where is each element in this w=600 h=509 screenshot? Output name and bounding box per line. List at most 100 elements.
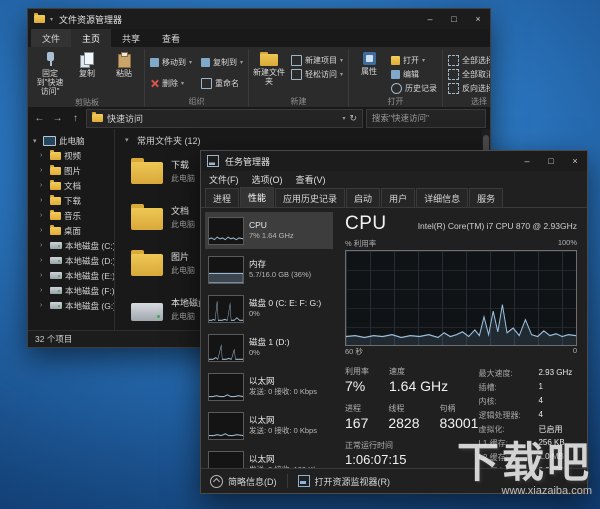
navigation-pane: ▾ 此电脑 › 视频 › 图片 › 文档	[28, 129, 115, 330]
tab-file[interactable]: 文件	[31, 29, 71, 47]
history-button[interactable]: 历史记录	[389, 82, 439, 95]
rename-icon	[201, 78, 212, 89]
move-to-button[interactable]: 移动到 ▾	[148, 56, 194, 69]
expander-icon[interactable]: ›	[40, 152, 47, 159]
nav-item-disk-d[interactable]: › 本地磁盘 (D:)	[28, 253, 114, 268]
nav-item-disk-e[interactable]: › 本地磁盘 (E:)	[28, 268, 114, 283]
taskmgr-app-icon	[207, 155, 219, 167]
perf-item-memory[interactable]: 内存 5.7/16.0 GB (36%)	[205, 251, 333, 288]
breadcrumb[interactable]: 快速访问 ▾ ↻	[86, 109, 363, 128]
taskmgr-title: 任务管理器	[225, 155, 270, 168]
cpu-heading: CPU	[345, 213, 387, 235]
new-folder-button[interactable]: 新建文件夹	[252, 50, 286, 86]
perf-item-ethernet-3[interactable]: 以太网 发送: 0 接收: 120 Kbps	[205, 446, 333, 468]
expander-icon[interactable]: ›	[40, 227, 47, 234]
fewer-details-label: 简略信息(D)	[228, 475, 277, 488]
nav-label: 本地磁盘 (G:)	[65, 300, 115, 312]
quick-access-toolbar-dropdown-icon[interactable]: ▾	[50, 16, 53, 23]
up-button[interactable]: ↑	[68, 110, 83, 127]
tab-share[interactable]: 共享	[111, 29, 151, 47]
easy-access-icon	[291, 69, 302, 80]
explorer-minimize-button[interactable]: –	[418, 9, 442, 29]
new-item-button[interactable]: 新建项目 ▾	[289, 54, 345, 67]
perf-item-cpu[interactable]: CPU 7% 1.64 GHz	[205, 212, 333, 249]
invert-selection-label: 反向选择	[462, 83, 490, 94]
perf-item-ethernet-2[interactable]: 以太网 发送: 0 接收: 0 Kbps	[205, 407, 333, 444]
breadcrumb-dropdown-icon[interactable]: ▾	[342, 115, 345, 122]
spec-label: 内核:	[478, 396, 538, 407]
edit-button[interactable]: 编辑	[389, 68, 439, 81]
expander-icon[interactable]: ▾	[33, 137, 40, 145]
taskmgr-close-button[interactable]: ×	[563, 151, 587, 171]
nav-item-downloads[interactable]: › 下载	[28, 193, 114, 208]
explorer-maximize-button[interactable]: □	[442, 9, 466, 29]
section-expander-icon[interactable]: ▾	[125, 136, 132, 144]
expander-icon[interactable]: ›	[40, 287, 47, 294]
expander-icon[interactable]: ›	[40, 242, 47, 249]
copy-button[interactable]: 复制	[70, 50, 104, 78]
perf-item-ethernet-1[interactable]: 以太网 发送: 0 接收: 0 Kbps	[205, 368, 333, 405]
tab-view[interactable]: 查看	[151, 29, 191, 47]
menu-view[interactable]: 查看(V)	[296, 173, 326, 186]
nav-item-videos[interactable]: › 视频	[28, 148, 114, 163]
disk0-sparkline	[209, 301, 243, 320]
pin-to-quick-access-button[interactable]: 固定到"快速访问"	[33, 50, 67, 97]
properties-button[interactable]: 属性	[352, 50, 386, 76]
open-resource-monitor-link[interactable]: 打开资源监视器(R)	[298, 475, 391, 488]
fewer-details-button[interactable]: 简略信息(D)	[210, 475, 277, 488]
search-input[interactable]: 搜索"快速访问"	[366, 109, 486, 128]
nav-item-disk-g[interactable]: › 本地磁盘 (G:)	[28, 298, 114, 313]
expander-icon[interactable]: ›	[40, 212, 47, 219]
computer-icon	[43, 136, 56, 146]
taskmgr-titlebar[interactable]: 任务管理器 – □ ×	[201, 151, 587, 171]
tab-performance[interactable]: 性能	[240, 187, 274, 207]
refresh-icon[interactable]: ↻	[349, 113, 357, 124]
invert-selection-button[interactable]: 反向选择	[446, 82, 490, 95]
expander-icon[interactable]: ›	[40, 272, 47, 279]
nav-item-disk-c[interactable]: › 本地磁盘 (C:)	[28, 238, 114, 253]
tab-services[interactable]: 服务	[469, 188, 503, 207]
frequent-folders-header[interactable]: ▾ 常用文件夹 (12)	[125, 132, 480, 148]
nav-item-documents[interactable]: › 文档	[28, 178, 114, 193]
delete-label: 删除	[162, 78, 178, 89]
threads-value: 2828	[388, 415, 419, 431]
delete-button[interactable]: 删除 ▾	[148, 77, 194, 90]
expander-icon[interactable]: ›	[40, 302, 47, 309]
explorer-titlebar[interactable]: ▾ 文件资源管理器 – □ ×	[28, 9, 490, 29]
expander-icon[interactable]: ›	[40, 182, 47, 189]
menu-file[interactable]: 文件(F)	[209, 173, 239, 186]
perf-item-disk0[interactable]: 磁盘 0 (C: E: F: G:) 0%	[205, 290, 333, 327]
explorer-close-button[interactable]: ×	[466, 9, 490, 29]
taskmgr-tab-bar: 进程 性能 应用历史记录 启动 用户 详细信息 服务	[201, 187, 587, 208]
expander-icon[interactable]: ›	[40, 167, 47, 174]
nav-item-this-pc[interactable]: ▾ 此电脑	[28, 133, 114, 148]
select-all-button[interactable]: 全部选择	[446, 54, 490, 67]
tab-users[interactable]: 用户	[381, 188, 415, 207]
perf-item-disk1[interactable]: 磁盘 1 (D:) 0%	[205, 329, 333, 366]
cpu-graph-area	[346, 305, 576, 345]
folder-icon	[131, 250, 163, 276]
paste-button[interactable]: 粘贴	[107, 50, 141, 78]
easy-access-button[interactable]: 轻松访问 ▾	[289, 68, 345, 81]
menu-options[interactable]: 选项(O)	[252, 173, 283, 186]
forward-button[interactable]: →	[50, 110, 65, 127]
back-button[interactable]: ←	[32, 110, 47, 127]
cpu-usage-graph	[345, 250, 577, 346]
tab-home[interactable]: 主页	[71, 29, 111, 47]
nav-item-music[interactable]: › 音乐	[28, 208, 114, 223]
open-button[interactable]: 打开 ▾	[389, 54, 439, 67]
expander-icon[interactable]: ›	[40, 197, 47, 204]
rename-button[interactable]: 重命名	[199, 77, 245, 90]
nav-item-pictures[interactable]: › 图片	[28, 163, 114, 178]
taskmgr-minimize-button[interactable]: –	[515, 151, 539, 171]
expander-icon[interactable]: ›	[40, 257, 47, 264]
nav-item-desktop[interactable]: › 桌面	[28, 223, 114, 238]
tab-processes[interactable]: 进程	[205, 188, 239, 207]
tab-details[interactable]: 详细信息	[416, 188, 468, 207]
select-none-button[interactable]: 全部取消选择	[446, 68, 490, 81]
nav-item-disk-f[interactable]: › 本地磁盘 (F:)	[28, 283, 114, 298]
taskmgr-maximize-button[interactable]: □	[539, 151, 563, 171]
tab-startup[interactable]: 启动	[346, 188, 380, 207]
tab-app-history[interactable]: 应用历史记录	[275, 188, 345, 207]
copy-to-button[interactable]: 复制到 ▾	[199, 56, 245, 69]
